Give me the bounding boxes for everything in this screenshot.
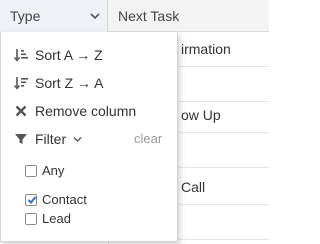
sort-ascending-label: Sort A → Z xyxy=(35,47,103,63)
next-task-cell: ow Up xyxy=(181,107,221,123)
filter-toggle[interactable]: Filter xyxy=(1,126,121,152)
sort-descending-icon xyxy=(13,77,28,90)
filter-option-label: Contact xyxy=(42,192,87,207)
filter-option-label: Any xyxy=(42,163,65,178)
column-next-task-label[interactable]: Next Task xyxy=(118,8,179,24)
filter-option-contact[interactable]: Contact xyxy=(25,192,145,210)
column-type-label: Type xyxy=(10,8,41,24)
table-header: Type Next Task xyxy=(0,0,269,32)
checkbox-lead[interactable] xyxy=(25,213,37,225)
chevron-down-icon xyxy=(73,137,82,142)
next-task-cell: irmation xyxy=(181,41,231,57)
filter-option-label: Lead xyxy=(42,211,71,226)
column-header-type[interactable]: Type xyxy=(0,0,108,32)
remove-column-label: Remove column xyxy=(35,103,137,119)
sort-ascending-icon xyxy=(13,49,28,62)
chevron-down-icon[interactable] xyxy=(89,10,101,22)
next-task-cell: Call xyxy=(181,179,206,195)
close-icon xyxy=(15,105,27,117)
checkmark-icon xyxy=(27,196,37,204)
clear-filter-link[interactable]: clear xyxy=(134,131,162,146)
checkbox-any[interactable] xyxy=(25,165,37,177)
filter-option-any[interactable]: Any xyxy=(25,163,145,181)
sort-descending-label: Sort Z → A xyxy=(35,75,104,91)
remove-column-item[interactable]: Remove column xyxy=(1,98,177,124)
filter-option-lead[interactable]: Lead xyxy=(25,211,145,229)
filter-funnel-icon xyxy=(15,134,27,144)
sort-descending-item[interactable]: Sort Z → A xyxy=(1,70,177,96)
column-options-menu: Sort A → Z Sort Z → A Remove column Filt… xyxy=(0,32,178,242)
filter-label: Filter xyxy=(35,131,67,147)
checkbox-contact[interactable] xyxy=(25,194,37,206)
sort-ascending-item[interactable]: Sort A → Z xyxy=(1,42,177,68)
